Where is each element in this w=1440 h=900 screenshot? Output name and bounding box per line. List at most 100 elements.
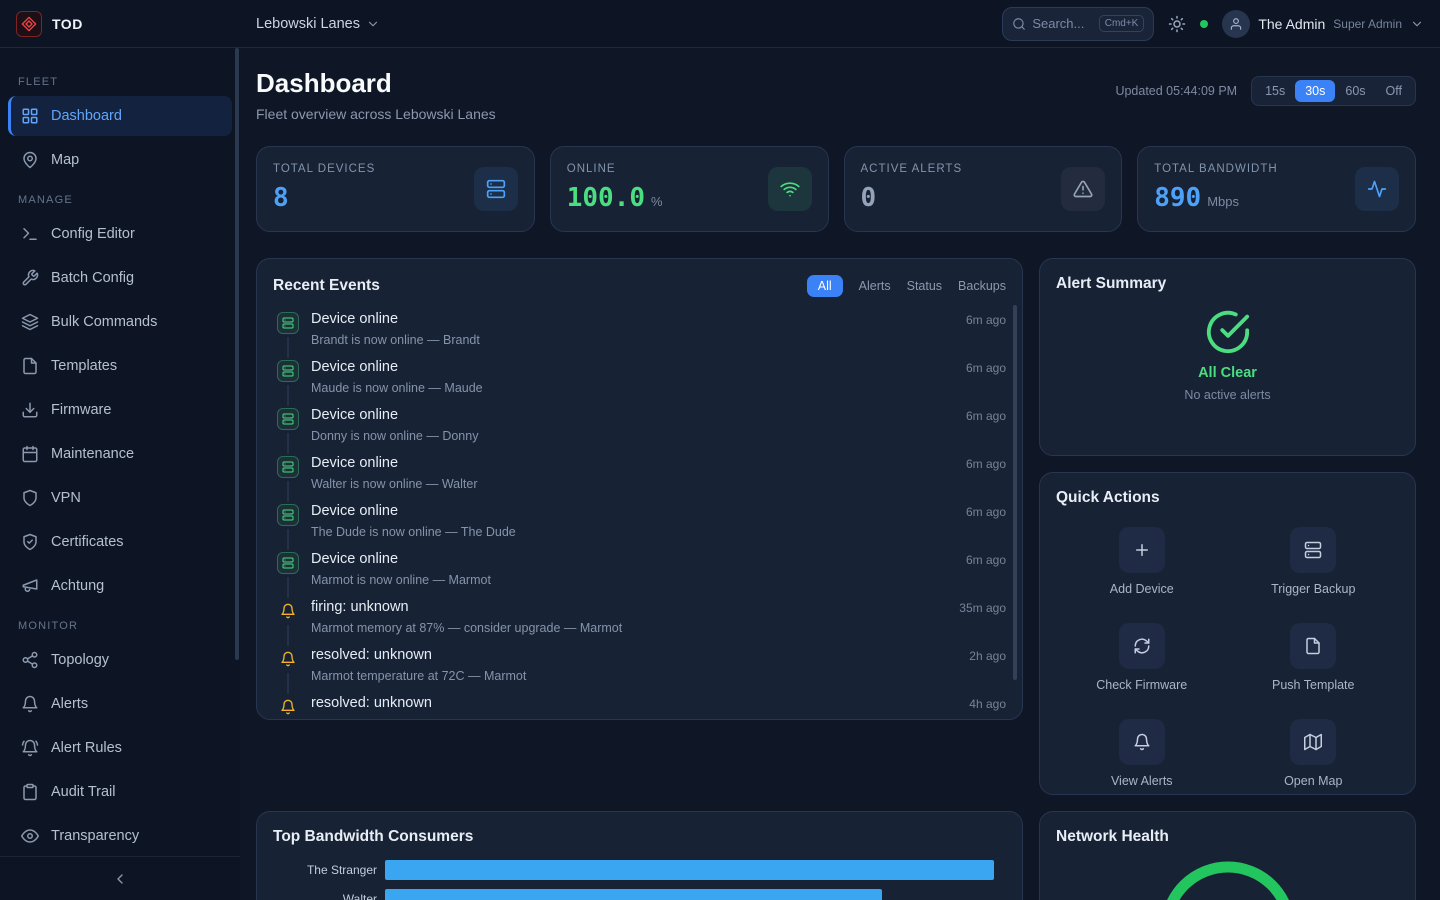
search-input[interactable] <box>1032 16 1092 31</box>
sun-icon <box>1168 15 1186 33</box>
sidebar-item-label: Achtung <box>51 578 104 594</box>
map-pin-icon <box>21 151 39 169</box>
connection-status-dot <box>1200 20 1208 28</box>
events-scrollbar[interactable] <box>1013 305 1017 680</box>
events-list: Device online Brandt is now online — Bra… <box>273 310 1006 720</box>
recent-events-card: Recent Events All Alerts Status Backups … <box>256 258 1023 720</box>
sidebar-item-topology[interactable]: Topology <box>8 640 232 680</box>
org-selector[interactable]: Lebowski Lanes <box>256 16 380 32</box>
event-detail: Brandt is now online — Brandt <box>311 333 966 347</box>
sidebar-item-label: Transparency <box>51 828 139 844</box>
stat-value: 8 <box>273 183 289 213</box>
server-icon <box>277 408 299 430</box>
event-title: Device online <box>311 310 966 330</box>
plus-icon <box>1119 527 1165 573</box>
bandwidth-consumers-card: Top Bandwidth Consumers The Stranger Wal… <box>256 811 1023 900</box>
event-title: Device online <box>311 406 966 426</box>
sidebar-item-vpn[interactable]: VPN <box>8 478 232 518</box>
sidebar-scrollbar[interactable] <box>235 48 239 660</box>
sidebar-item-label: Firmware <box>51 402 111 418</box>
add-device-button[interactable]: Add Device <box>1056 527 1228 596</box>
tab-all[interactable]: All <box>807 275 843 297</box>
server-icon <box>277 456 299 478</box>
quick-actions-title: Quick Actions <box>1056 489 1160 506</box>
event-time: 6m ago <box>966 502 1006 550</box>
event-row: Device online Donny is now online — Donn… <box>273 406 1006 454</box>
theme-toggle-button[interactable] <box>1168 15 1186 33</box>
sidebar-collapse-button[interactable] <box>0 856 240 900</box>
server-icon <box>277 312 299 334</box>
sidebar-item-alert-rules[interactable]: Alert Rules <box>8 728 232 768</box>
chevron-down-icon <box>1410 17 1424 31</box>
share-network-icon <box>21 651 39 669</box>
refresh-icon <box>1119 623 1165 669</box>
sidebar-item-label: Templates <box>51 358 117 374</box>
topbar: TOD Lebowski Lanes Cmd+K The Admin Super… <box>0 0 1440 48</box>
map-icon <box>1290 719 1336 765</box>
sidebar-item-alerts[interactable]: Alerts <box>8 684 232 724</box>
stat-unit: Mbps <box>1207 194 1239 209</box>
sidebar-item-audit-trail[interactable]: Audit Trail <box>8 772 232 812</box>
user-menu[interactable]: The Admin Super Admin <box>1222 10 1424 38</box>
refresh-option-60s[interactable]: 60s <box>1335 80 1375 102</box>
sidebar-item-achtung[interactable]: Achtung <box>8 566 232 606</box>
event-title: Device online <box>311 358 966 378</box>
bar-label: Walter <box>273 892 385 900</box>
user-role: Super Admin <box>1333 17 1402 31</box>
sidebar-item-bulk-commands[interactable]: Bulk Commands <box>8 302 232 342</box>
refresh-option-off[interactable]: Off <box>1376 80 1412 102</box>
check-firmware-button[interactable]: Check Firmware <box>1056 623 1228 692</box>
updated-timestamp: Updated 05:44:09 PM <box>1115 84 1237 98</box>
tab-alerts[interactable]: Alerts <box>859 279 891 293</box>
push-template-button[interactable]: Push Template <box>1228 623 1400 692</box>
refresh-option-30s[interactable]: 30s <box>1295 80 1335 102</box>
event-detail: Maude is now online — Maude <box>311 381 966 395</box>
event-time: 2h ago <box>969 646 1006 694</box>
alert-triangle-icon <box>1061 167 1105 211</box>
event-row: Device online The Dude is now online — T… <box>273 502 1006 550</box>
refresh-option-15s[interactable]: 15s <box>1255 80 1295 102</box>
topbar-right: Cmd+K The Admin Super Admin <box>1002 7 1424 41</box>
network-health-gauge <box>1056 854 1399 900</box>
sidebar-item-config-editor[interactable]: Config Editor <box>8 214 232 254</box>
search-shortcut-badge: Cmd+K <box>1099 15 1145 32</box>
tab-backups[interactable]: Backups <box>958 279 1006 293</box>
trigger-backup-button[interactable]: Trigger Backup <box>1228 527 1400 596</box>
sidebar-item-transparency[interactable]: Transparency <box>8 816 232 856</box>
server-icon <box>277 552 299 574</box>
event-detail: Marmot is now online — Marmot <box>311 573 966 587</box>
sidebar-item-label: Dashboard <box>51 108 122 124</box>
bell-icon <box>277 600 299 622</box>
sidebar-item-label: Topology <box>51 652 109 668</box>
file-icon <box>1290 623 1336 669</box>
eye-icon <box>21 827 39 845</box>
search-box[interactable]: Cmd+K <box>1002 7 1154 41</box>
open-map-button[interactable]: Open Map <box>1228 719 1400 788</box>
sidebar-section-fleet: Fleet <box>18 76 222 88</box>
bell-ring-icon <box>21 739 39 757</box>
sidebar-item-certificates[interactable]: Certificates <box>8 522 232 562</box>
sidebar-item-label: VPN <box>51 490 81 506</box>
sidebar-item-firmware[interactable]: Firmware <box>8 390 232 430</box>
event-time: 4h ago <box>969 694 1006 720</box>
bandwidth-bars: The Stranger Walter <box>273 860 1006 900</box>
sidebar-item-templates[interactable]: Templates <box>8 346 232 386</box>
sidebar-item-dashboard[interactable]: Dashboard <box>8 96 232 136</box>
calendar-icon <box>21 445 39 463</box>
avatar <box>1222 10 1250 38</box>
event-detail: Walter is now online — Walter <box>311 477 966 491</box>
sidebar-item-maintenance[interactable]: Maintenance <box>8 434 232 474</box>
tab-status[interactable]: Status <box>907 279 942 293</box>
event-row: Device online Walter is now online — Wal… <box>273 454 1006 502</box>
refresh-interval-segmented: 15s 30s 60s Off <box>1251 76 1416 106</box>
megaphone-icon <box>21 577 39 595</box>
view-alerts-button[interactable]: View Alerts <box>1056 719 1228 788</box>
brand: TOD <box>0 11 240 37</box>
sidebar-item-map[interactable]: Map <box>8 140 232 180</box>
file-icon <box>21 357 39 375</box>
sidebar-item-batch-config[interactable]: Batch Config <box>8 258 232 298</box>
chevron-down-icon <box>366 17 380 31</box>
brand-logo-icon <box>16 11 42 37</box>
chevron-left-icon <box>112 871 128 887</box>
alert-note: No active alerts <box>1184 388 1270 402</box>
